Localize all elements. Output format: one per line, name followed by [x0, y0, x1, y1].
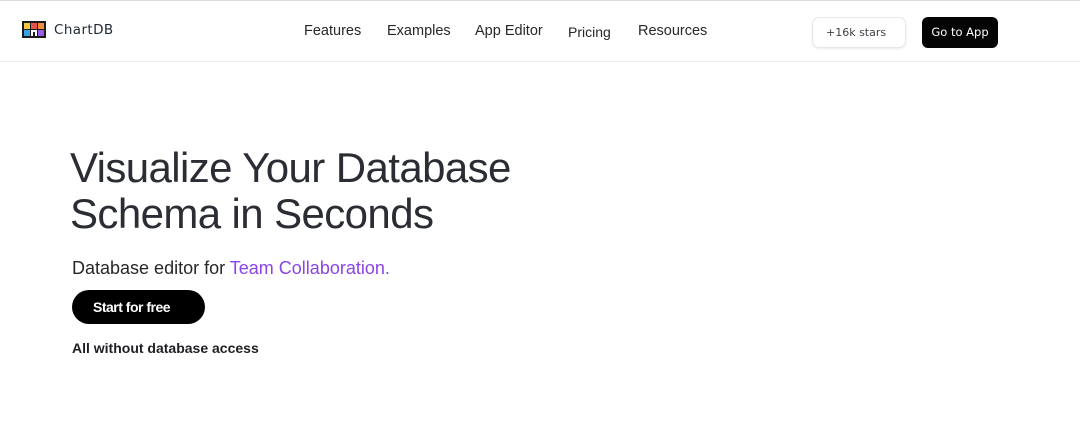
hero-title-line-2: Schema in Seconds: [70, 190, 434, 237]
nav-features[interactable]: Features: [304, 23, 361, 39]
go-to-app-button[interactable]: Go to App: [922, 17, 998, 48]
hero-subtitle: Database editor for Team Collaboration.: [72, 258, 390, 279]
hero-title-line-1: Visualize Your Database: [70, 144, 511, 191]
nav-resources[interactable]: Resources: [638, 23, 707, 39]
hero-title: Visualize Your Database Schema in Second…: [70, 145, 590, 237]
github-stars-button[interactable]: +16k stars: [812, 17, 906, 48]
hero-note: All without database access: [72, 340, 259, 356]
nav-app-editor[interactable]: App Editor: [475, 23, 543, 39]
nav-examples[interactable]: Examples: [387, 23, 451, 39]
landing-page: ChartDB Features Examples App Editor Pri…: [0, 0, 1080, 421]
main-nav: Features Examples App Editor Pricing Res…: [0, 1, 1080, 62]
navbar: ChartDB Features Examples App Editor Pri…: [0, 1, 1080, 62]
nav-pricing[interactable]: Pricing: [568, 24, 611, 40]
subtitle-highlight: Team Collaboration.: [229, 258, 390, 278]
start-for-free-button[interactable]: Start for free: [72, 290, 205, 324]
subtitle-prefix: Database editor for: [72, 258, 226, 278]
